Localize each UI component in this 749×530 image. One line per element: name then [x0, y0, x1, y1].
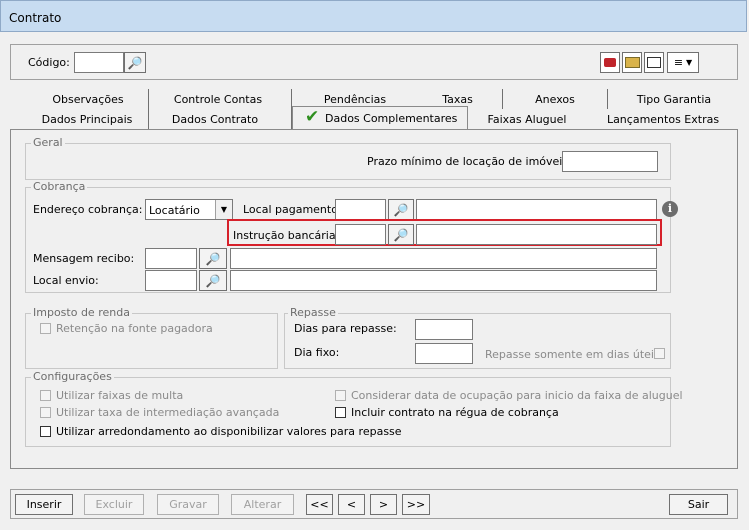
excluir-button[interactable]: Excluir	[84, 494, 144, 515]
codigo-input[interactable]	[74, 52, 124, 73]
repasse-title: Repasse	[288, 306, 338, 319]
dia-fixo-input[interactable]	[415, 343, 473, 364]
card-button[interactable]	[644, 52, 664, 73]
chevron-down-icon: ▼	[686, 58, 693, 67]
dias-repasse-input[interactable]	[415, 319, 473, 340]
arredondamento-label: Utilizar arredondamento ao disponibiliza…	[56, 425, 402, 438]
mensagem-search-button[interactable]: 🔎	[199, 248, 227, 269]
first-record-button[interactable]: <<	[306, 494, 333, 515]
last-record-button[interactable]: >>	[402, 494, 430, 515]
faixas-multa-checkbox[interactable]	[40, 390, 51, 401]
tab-anexos[interactable]: Anexos	[525, 93, 585, 106]
dias-uteis-label: Repasse somente em dias úteis	[485, 348, 660, 361]
dias-uteis-checkbox[interactable]	[654, 348, 665, 359]
tab-tipo-garantia[interactable]: Tipo Garantia	[624, 93, 724, 106]
dias-repasse-label: Dias para repasse:	[294, 322, 397, 335]
mensagem-label: Mensagem recibo:	[33, 252, 135, 265]
tab-dados-principais[interactable]: Dados Principais	[32, 113, 142, 126]
binoculars-icon: 🔎	[205, 251, 221, 266]
endereco-value: Locatário	[149, 204, 200, 217]
configuracoes-title: Configurações	[31, 370, 114, 383]
prazo-input[interactable]	[562, 151, 658, 172]
window-title: Contrato	[9, 11, 62, 25]
folder-button[interactable]	[622, 52, 642, 73]
inserir-button[interactable]: Inserir	[15, 494, 73, 515]
tab-separator	[148, 89, 149, 129]
mensagem-desc-input[interactable]	[230, 248, 657, 269]
considerar-data-checkbox[interactable]	[335, 390, 346, 401]
instrucao-code-input[interactable]	[335, 224, 386, 245]
tab-taxas[interactable]: Taxas	[430, 93, 485, 106]
binoculars-icon: 🔎	[393, 202, 409, 217]
tab-separator	[607, 89, 608, 109]
endereco-select[interactable]: Locatário ▼	[145, 199, 233, 220]
sair-button[interactable]: Sair	[669, 494, 728, 515]
binoculars-icon: 🔎	[205, 273, 221, 288]
local-envio-code-input[interactable]	[145, 270, 197, 291]
chevron-down-icon: ▼	[215, 200, 232, 219]
layers-icon: ≡	[673, 56, 684, 69]
tab-dados-contrato[interactable]: Dados Contrato	[160, 113, 270, 126]
considerar-data-label: Considerar data de ocupação para inicio …	[351, 389, 683, 402]
incluir-regua-checkbox[interactable]	[335, 407, 346, 418]
window-title-bar: Contrato	[0, 0, 747, 32]
retencao-label: Retenção na fonte pagadora	[56, 322, 213, 335]
phone-icon	[604, 58, 616, 67]
arredondamento-checkbox[interactable]	[40, 426, 51, 437]
codigo-label: Código:	[28, 56, 70, 69]
tab-observacoes[interactable]: Observações	[38, 93, 138, 106]
instrucao-desc-input[interactable]	[416, 224, 657, 245]
folder-icon	[624, 57, 640, 68]
header-panel: Código: 🔎 ≡ ▼	[10, 44, 738, 80]
binoculars-icon: 🔎	[127, 55, 143, 70]
local-pagamento-label: Local pagamento:	[243, 203, 342, 216]
tab-active-label: Dados Complementares	[325, 112, 458, 125]
local-pagamento-code-input[interactable]	[335, 199, 386, 220]
local-envio-desc-input[interactable]	[230, 270, 657, 291]
cobranca-title: Cobrança	[31, 180, 88, 193]
faixas-multa-label: Utilizar faixas de multa	[56, 389, 184, 402]
phone-button[interactable]	[600, 52, 620, 73]
taxa-intermediacao-checkbox[interactable]	[40, 407, 51, 418]
tab-faixas-aluguel[interactable]: Faixas Aluguel	[477, 113, 577, 126]
local-pagamento-desc-input[interactable]	[416, 199, 657, 220]
endereco-label: Endereço cobrança:	[33, 203, 143, 216]
retencao-checkbox[interactable]	[40, 323, 51, 334]
tab-pendencias[interactable]: Pendências	[310, 93, 400, 106]
binoculars-icon: 🔎	[393, 227, 409, 242]
tab-lancamentos-extras[interactable]: Lançamentos Extras	[598, 113, 728, 126]
local-envio-label: Local envio:	[33, 274, 99, 287]
local-envio-search-button[interactable]: 🔎	[199, 270, 227, 291]
card-icon	[647, 57, 661, 68]
mensagem-code-input[interactable]	[145, 248, 197, 269]
alterar-button[interactable]: Alterar	[231, 494, 294, 515]
tab-controle-contas[interactable]: Controle Contas	[163, 93, 273, 106]
dia-fixo-label: Dia fixo:	[294, 346, 340, 359]
tab-separator	[502, 89, 503, 109]
geral-title: Geral	[31, 136, 65, 149]
next-record-button[interactable]: >	[370, 494, 397, 515]
imposto-title: Imposto de renda	[31, 306, 132, 319]
info-icon[interactable]: i	[662, 201, 678, 217]
taxa-intermediacao-label: Utilizar taxa de intermediação avançada	[56, 406, 280, 419]
prazo-label: Prazo mínimo de locação de imóveis:	[367, 155, 572, 168]
codigo-search-button[interactable]: 🔎	[124, 52, 146, 73]
prev-record-button[interactable]: <	[338, 494, 365, 515]
incluir-regua-label: Incluir contrato na régua de cobrança	[351, 406, 559, 419]
gravar-button[interactable]: Gravar	[157, 494, 219, 515]
local-pagamento-search-button[interactable]: 🔎	[388, 199, 414, 220]
check-icon: ✔	[305, 107, 320, 127]
instrucao-search-button[interactable]: 🔎	[388, 224, 414, 245]
tab-dados-complementares[interactable]: ✔ Dados Complementares	[292, 106, 468, 130]
layers-dropdown-button[interactable]: ≡ ▼	[667, 52, 699, 73]
instrucao-label: Instrução bancária:	[233, 229, 340, 242]
